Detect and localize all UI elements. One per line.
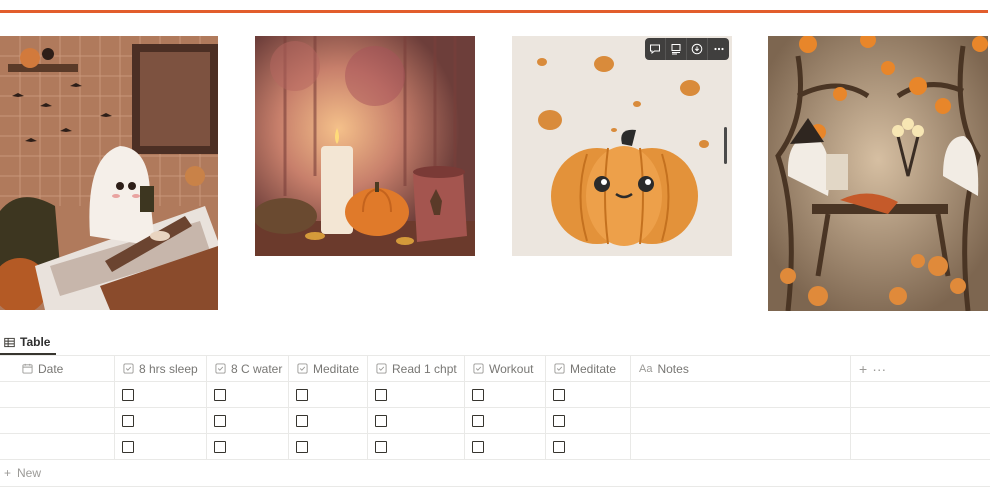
more-icon[interactable]: [708, 38, 729, 60]
checkbox-type-icon: [297, 363, 308, 374]
column-header-meditate-2[interactable]: Meditate: [546, 356, 631, 381]
notes-cell[interactable]: [631, 408, 851, 433]
checkbox[interactable]: [296, 440, 308, 453]
plus-icon: +: [4, 466, 12, 480]
new-row-label: New: [17, 466, 42, 480]
checkbox-type-icon: [376, 363, 387, 374]
column-header-sleep[interactable]: 8 hrs sleep: [115, 356, 207, 381]
notes-cell[interactable]: [631, 434, 851, 459]
date-cell[interactable]: [0, 434, 115, 459]
checkbox[interactable]: [296, 414, 308, 427]
checkbox-type-icon: [123, 363, 134, 374]
checkbox[interactable]: [375, 440, 387, 453]
habit-table: Date 8 hrs sleep 8 C water Meditate Read…: [0, 356, 990, 460]
checkbox[interactable]: [214, 388, 226, 401]
column-header-label: 8 hrs sleep: [139, 361, 198, 376]
checkbox[interactable]: [214, 414, 226, 427]
date-cell[interactable]: [0, 408, 115, 433]
checkbox[interactable]: [472, 440, 484, 453]
table-bottom-rule: [0, 486, 990, 487]
text-type-icon: Aa: [639, 362, 653, 375]
table-icon: [4, 337, 15, 348]
checkbox-type-icon: [554, 363, 565, 374]
smiling-pumpkin-illustration[interactable]: [512, 36, 732, 256]
empty-cell: [851, 434, 990, 459]
table-header-row: Date 8 hrs sleep 8 C water Meditate Read…: [0, 356, 990, 382]
checkbox[interactable]: [122, 414, 134, 427]
column-header-read[interactable]: Read 1 chpt: [368, 356, 465, 381]
more-options-button[interactable]: ···: [872, 361, 886, 377]
comment-icon[interactable]: [645, 38, 666, 60]
download-icon[interactable]: [687, 38, 708, 60]
checkbox[interactable]: [122, 388, 134, 401]
checkbox[interactable]: [472, 388, 484, 401]
checkbox[interactable]: [296, 388, 308, 401]
column-header-workout[interactable]: Workout: [465, 356, 546, 381]
page-accent-rule: [0, 10, 988, 13]
column-header-label: Workout: [489, 361, 534, 376]
column-header-label: Meditate: [570, 361, 617, 376]
checkbox[interactable]: [375, 388, 387, 401]
table-row: [0, 408, 990, 434]
checkbox[interactable]: [214, 440, 226, 453]
calendar-icon: [22, 363, 33, 374]
empty-cell: [851, 382, 990, 407]
checkbox-type-icon: [215, 363, 226, 374]
checkbox[interactable]: [122, 440, 134, 453]
column-header-notes[interactable]: Aa Notes: [631, 356, 851, 381]
view-tab-table[interactable]: Table: [0, 330, 50, 354]
caption-icon[interactable]: [666, 38, 687, 60]
column-header-label: Meditate: [313, 361, 360, 376]
view-tab-label: Table: [20, 335, 51, 349]
new-row-button[interactable]: + New: [0, 460, 41, 486]
checkbox[interactable]: [553, 388, 565, 401]
checkbox[interactable]: [553, 440, 565, 453]
checkbox[interactable]: [553, 414, 565, 427]
add-column-button[interactable]: +: [859, 361, 867, 377]
column-header-meditate[interactable]: Meditate: [289, 356, 368, 381]
image-toolbar: [645, 38, 729, 60]
image-scrollbar[interactable]: [724, 127, 727, 164]
column-header-label: Notes: [657, 361, 689, 376]
column-header-label: 8 C water: [231, 361, 283, 376]
checkbox-type-icon: [473, 363, 484, 374]
checkbox[interactable]: [375, 414, 387, 427]
column-header-label: Date: [38, 361, 64, 376]
column-header-date[interactable]: Date: [0, 356, 115, 381]
date-cell[interactable]: [0, 382, 115, 407]
checkbox[interactable]: [472, 414, 484, 427]
notes-cell[interactable]: [631, 382, 851, 407]
column-header-label: Read 1 chpt: [392, 361, 457, 376]
ghost-tea-party-illustration[interactable]: [768, 36, 988, 311]
column-header-water[interactable]: 8 C water: [207, 356, 289, 381]
ghost-bath-illustration[interactable]: [0, 36, 218, 310]
candle-pumpkin-mug-illustration[interactable]: [255, 36, 475, 256]
empty-cell: [851, 408, 990, 433]
table-row: [0, 434, 990, 460]
table-row: [0, 382, 990, 408]
column-actions: + ···: [851, 356, 990, 381]
